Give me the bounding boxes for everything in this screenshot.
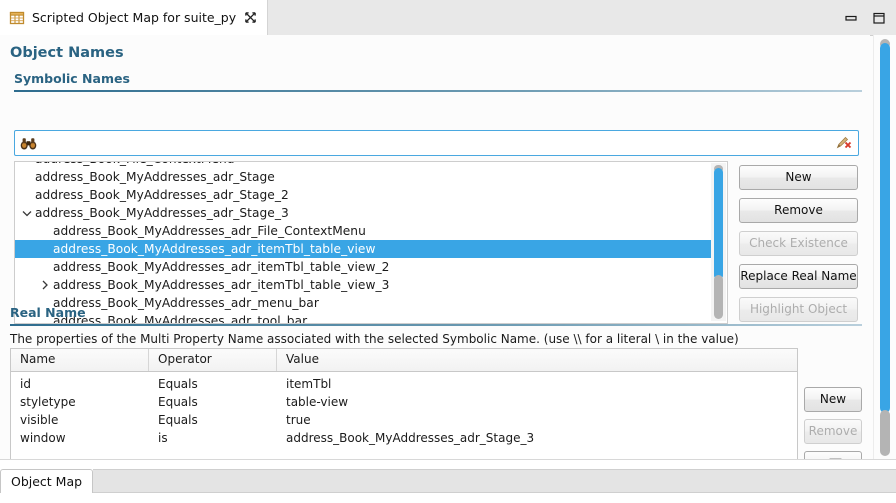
- property-cell-value: table-view: [286, 395, 349, 409]
- property-cell-name: id: [20, 377, 31, 391]
- tree-item-label: address_Book_MyAddresses_adr_Stage: [35, 170, 275, 184]
- real-name-description: The properties of the Multi Property Nam…: [10, 332, 739, 346]
- property-row[interactable]: visible Equals true: [11, 411, 797, 429]
- tree-scrollbar-thumb[interactable]: [714, 168, 723, 280]
- tree-arrow-spacer: [19, 168, 35, 186]
- property-remove-button: Remove: [804, 419, 862, 444]
- symbolic-names-tree[interactable]: address_Book_File_ContextMenu address_Boo…: [14, 161, 728, 324]
- property-cell-operator: Equals: [158, 413, 198, 427]
- property-cell-name: window: [20, 431, 66, 445]
- tree-item-label: address_Book_MyAddresses_adr_Stage_3: [35, 206, 289, 220]
- property-cell-value: itemTbl: [286, 377, 332, 391]
- tree-scrollbar-track-bottom: [714, 275, 723, 319]
- replace-real-name-button[interactable]: Replace Real Name: [739, 264, 858, 289]
- bottom-tab-strip: Object Map: [0, 459, 896, 503]
- property-row[interactable]: styletype Equals table-view: [11, 393, 797, 411]
- tree-item[interactable]: address_Book_MyAddresses_adr_menu_bar: [15, 294, 711, 312]
- property-table-body: id Equals itemTbl styletype Equals table-view…: [11, 372, 797, 447]
- real-name-heading: Real Name: [10, 305, 86, 320]
- symbolic-names-button-column: New Remove Check Existence Replace Real Nam…: [739, 165, 858, 330]
- symbolic-names-search-box[interactable]: [14, 130, 859, 156]
- new-button[interactable]: New: [739, 165, 858, 190]
- tree-item-label: address_Book_MyAddresses_adr_itemTbl_tab…: [53, 242, 376, 256]
- tree-arrow-spacer: [19, 186, 35, 204]
- tree-item[interactable]: address_Book_MyAddresses_adr_itemTbl_tab…: [15, 276, 711, 294]
- chevron-right-icon[interactable]: [37, 276, 53, 294]
- property-cell-name: styletype: [20, 395, 76, 409]
- main-vertical-scrollbar[interactable]: [873, 35, 896, 460]
- window-titlebar: Scripted Object Map for suite_py: [0, 0, 896, 36]
- property-cell-operator: is: [158, 431, 168, 445]
- tree-arrow-spacer: [37, 258, 53, 276]
- column-header-name[interactable]: Name: [11, 349, 149, 371]
- tree-arrow-spacer: [19, 162, 35, 168]
- tree-item[interactable]: address_Book_File_ContextMenu: [15, 162, 711, 168]
- property-new-button[interactable]: New: [804, 387, 862, 412]
- maximize-icon[interactable]: [870, 9, 888, 27]
- page-title: Object Names: [10, 45, 124, 61]
- check-existence-button: Check Existence: [739, 231, 858, 256]
- chevron-down-icon[interactable]: [19, 204, 35, 222]
- tree-item[interactable]: address_Book_MyAddresses_adr_File_Contex…: [15, 222, 711, 240]
- tree-item-label: address_Book_MyAddresses_adr_Stage_2: [35, 188, 289, 202]
- tree-item-label: address_Book_MyAddresses_adr_tool_bar: [53, 314, 308, 324]
- remove-button[interactable]: Remove: [739, 198, 858, 223]
- window-controls: [842, 0, 888, 35]
- tree-item[interactable]: address_Book_MyAddresses_adr_tool_bar: [15, 312, 711, 324]
- symbolic-names-divider: [14, 90, 862, 92]
- object-map-content: Object Names Symbolic Names address_Book…: [0, 35, 870, 460]
- close-x-icon[interactable]: [244, 11, 257, 24]
- symbolic-names-tree-rows: address_Book_File_ContextMenu address_Boo…: [15, 162, 711, 324]
- tree-item[interactable]: address_Book_MyAddresses_adr_Stage_2: [15, 186, 711, 204]
- scripted-object-map-window: Scripted Object Map for suite_py Object …: [0, 0, 896, 503]
- tree-item[interactable]: address_Book_MyAddresses_adr_itemTbl_tab…: [15, 258, 711, 276]
- property-cell-operator: Equals: [158, 377, 198, 391]
- tree-arrow-spacer: [37, 222, 53, 240]
- symbolic-names-heading: Symbolic Names: [14, 71, 130, 86]
- tree-item-label: address_Book_MyAddresses_adr_itemTbl_tab…: [53, 278, 390, 292]
- real-name-button-column: New Remove: [804, 387, 862, 460]
- property-row[interactable]: window is address_Book_MyAddresses_adr_Sta…: [11, 429, 797, 447]
- highlight-object-button: Highlight Object: [739, 297, 858, 322]
- tree-item[interactable]: address_Book_MyAddresses_adr_Stage_3: [15, 204, 711, 222]
- bottom-tab-list: Object Map: [0, 469, 896, 503]
- tree-item-label: address_Book_File_ContextMenu: [35, 162, 235, 166]
- bottom-tab-empty-area: [93, 469, 896, 493]
- property-row[interactable]: id Equals itemTbl: [11, 375, 797, 393]
- tree-item[interactable]: address_Book_MyAddresses_adr_Stage: [15, 168, 711, 186]
- property-cell-value: address_Book_MyAddresses_adr_Stage_3: [286, 431, 535, 445]
- tree-item-label: address_Book_MyAddresses_adr_menu_bar: [53, 296, 319, 310]
- column-header-value[interactable]: Value: [277, 349, 797, 371]
- editor-tab-label: Scripted Object Map for suite_py: [32, 10, 237, 25]
- column-header-operator[interactable]: Operator: [149, 349, 277, 371]
- real-name-divider: [10, 324, 862, 326]
- property-table-header: Name Operator Value: [11, 349, 797, 372]
- property-cell-value: true: [286, 413, 311, 427]
- minimize-icon[interactable]: [842, 9, 860, 27]
- main-scrollbar-track-bottom: [880, 410, 890, 456]
- real-name-property-table[interactable]: Name Operator Value id Equals itemTbl stylety…: [10, 348, 798, 460]
- binoculars-search-icon: [20, 137, 37, 149]
- property-cell-operator: Equals: [158, 395, 198, 409]
- tree-arrow-spacer: [37, 240, 53, 258]
- table-view-icon: [9, 11, 25, 24]
- broom-clear-icon[interactable]: [834, 135, 852, 151]
- main-scrollbar-thumb[interactable]: [880, 43, 890, 413]
- property-cell-name: visible: [20, 413, 59, 427]
- symbolic-names-search-input[interactable]: [37, 136, 834, 150]
- bottom-tab-object-map[interactable]: Object Map: [0, 469, 94, 493]
- tree-item-label: address_Book_MyAddresses_adr_File_Contex…: [53, 224, 366, 238]
- editor-tab-scripted-object-map[interactable]: Scripted Object Map for suite_py: [0, 0, 269, 35]
- tree-vertical-scrollbar[interactable]: [711, 163, 726, 321]
- tree-item-label: address_Book_MyAddresses_adr_itemTbl_tab…: [53, 260, 390, 274]
- tree-item[interactable]: address_Book_MyAddresses_adr_itemTbl_tab…: [15, 240, 711, 258]
